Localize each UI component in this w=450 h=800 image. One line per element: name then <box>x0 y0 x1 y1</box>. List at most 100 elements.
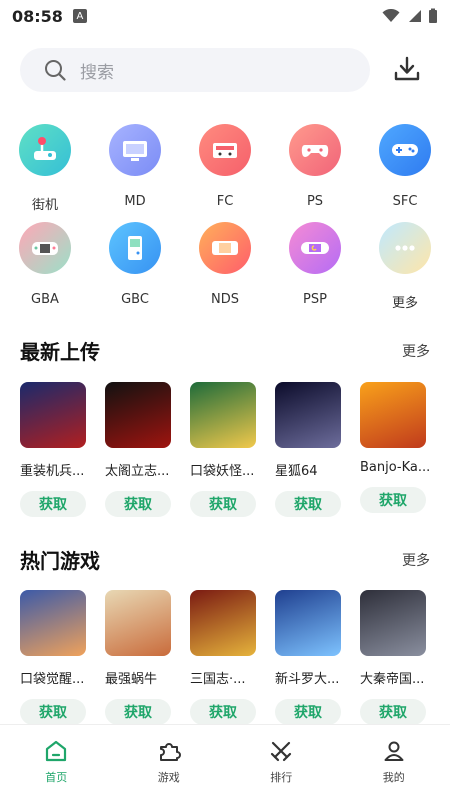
category-label: 更多 <box>391 296 418 311</box>
category-gba[interactable]: GBA <box>0 222 90 320</box>
crossed-swords-icon <box>271 741 292 762</box>
game-card[interactable]: 口袋觉醒... 获取 <box>20 590 105 725</box>
gbc-handheld-icon <box>109 222 161 274</box>
game-card[interactable]: 最强蜗牛 获取 <box>105 590 190 725</box>
category-nds[interactable]: NDS <box>180 222 270 320</box>
game-cover[interactable] <box>190 590 256 656</box>
latest-games-list: 重装机兵... 获取 太阁立志... 获取 口袋妖怪... 获取 星狐64 获取… <box>20 382 450 517</box>
get-button[interactable]: 获取 <box>190 491 256 517</box>
sfc-controller-icon <box>379 124 431 176</box>
category-grid: 街机 MD FC PS SFC GBA GBC NDS PSP 更多 <box>0 124 450 320</box>
status-right <box>382 8 438 24</box>
get-button[interactable]: 获取 <box>275 491 341 517</box>
game-cover[interactable] <box>360 382 426 448</box>
arcade-joystick-icon <box>19 124 71 176</box>
category-more[interactable]: 更多 <box>360 222 450 320</box>
get-button[interactable]: 获取 <box>20 491 86 517</box>
puzzle-icon <box>159 743 181 761</box>
game-cover[interactable] <box>360 590 426 656</box>
category-label: SFC <box>392 194 418 209</box>
nav-profile[interactable]: 我的 <box>338 725 450 800</box>
category-gbc[interactable]: GBC <box>90 222 180 320</box>
bottom-nav: 首页 游戏 排行 我的 <box>0 724 450 800</box>
category-fc[interactable]: FC <box>180 124 270 222</box>
game-card[interactable]: 三国志·... 获取 <box>190 590 275 725</box>
more-link[interactable]: 更多 <box>402 550 430 570</box>
game-name: 最强蜗牛 <box>105 672 158 687</box>
search-icon <box>45 60 66 81</box>
game-cover[interactable] <box>190 382 256 448</box>
game-cover[interactable] <box>20 382 86 448</box>
game-card[interactable]: 重装机兵... 获取 <box>20 382 105 517</box>
game-cover[interactable] <box>275 590 341 656</box>
status-time: 08:58 <box>12 6 63 26</box>
nav-games[interactable]: 游戏 <box>113 725 226 800</box>
game-card[interactable]: 新斗罗大... 获取 <box>275 590 360 725</box>
game-card[interactable]: 大秦帝国... 获取 <box>360 590 445 725</box>
signal-icon <box>409 10 421 22</box>
notification-a-icon: A <box>72 9 87 23</box>
game-cover[interactable] <box>20 590 86 656</box>
category-label: MD <box>124 194 146 209</box>
game-card[interactable]: 星狐64 获取 <box>275 382 360 517</box>
game-name: 口袋觉醒... <box>20 672 85 687</box>
category-row-2: GBA GBC NDS PSP 更多 <box>0 222 450 320</box>
nds-handheld-icon <box>199 222 251 274</box>
download-icon <box>394 56 420 81</box>
get-button[interactable]: 获取 <box>20 699 86 725</box>
more-link[interactable]: 更多 <box>402 341 430 361</box>
nav-label: 首页 <box>45 771 68 784</box>
search-bar[interactable]: 搜索 <box>20 48 370 92</box>
download-button[interactable] <box>390 52 424 86</box>
get-button[interactable]: 获取 <box>105 699 171 725</box>
category-psp[interactable]: PSP <box>270 222 360 320</box>
ps-gamepad-icon <box>289 124 341 176</box>
category-sfc[interactable]: SFC <box>360 124 450 222</box>
wifi-icon <box>382 9 400 22</box>
game-card[interactable]: 口袋妖怪... 获取 <box>190 382 275 517</box>
game-name: 口袋妖怪... <box>190 464 255 479</box>
category-md[interactable]: MD <box>90 124 180 222</box>
gba-handheld-icon <box>19 222 71 274</box>
nav-ranking[interactable]: 排行 <box>225 725 338 800</box>
game-name: 星狐64 <box>275 464 318 479</box>
game-name: 三国志·... <box>190 672 246 687</box>
game-name: 重装机兵... <box>20 464 85 479</box>
category-label: GBA <box>31 292 59 307</box>
hot-section-header: 热门游戏 更多 <box>20 545 430 574</box>
nav-label: 我的 <box>382 771 405 784</box>
nav-home[interactable]: 首页 <box>0 725 113 800</box>
user-icon <box>384 741 404 761</box>
nav-label: 排行 <box>270 771 293 784</box>
game-cover[interactable] <box>275 382 341 448</box>
category-label: NDS <box>211 292 239 307</box>
game-cover[interactable] <box>105 590 171 656</box>
game-name: 太阁立志... <box>105 464 170 479</box>
nav-label: 游戏 <box>157 771 180 784</box>
category-label: PSP <box>303 292 327 307</box>
get-button[interactable]: 获取 <box>275 699 341 725</box>
status-bar: 08:58 A <box>0 0 450 32</box>
category-ps[interactable]: PS <box>270 124 360 222</box>
home-icon <box>46 740 67 762</box>
more-dots-icon <box>379 222 431 274</box>
section-title: 最新上传 <box>20 340 100 364</box>
game-cover[interactable] <box>105 382 171 448</box>
psp-handheld-icon <box>289 222 341 274</box>
game-card[interactable]: Banjo-Ka... 获取 <box>360 382 445 517</box>
fc-cartridge-icon <box>199 124 251 176</box>
game-name: 大秦帝国... <box>360 672 425 687</box>
game-name: Banjo-Ka... <box>360 460 431 475</box>
section-title: 热门游戏 <box>20 549 100 573</box>
game-card[interactable]: 太阁立志... 获取 <box>105 382 190 517</box>
hot-games-list: 口袋觉醒... 获取 最强蜗牛 获取 三国志·... 获取 新斗罗大... 获取… <box>20 590 450 725</box>
category-arcade[interactable]: 街机 <box>0 124 90 222</box>
get-button[interactable]: 获取 <box>360 699 426 725</box>
get-button[interactable]: 获取 <box>360 487 426 513</box>
get-button[interactable]: 获取 <box>105 491 171 517</box>
category-row-1: 街机 MD FC PS SFC <box>0 124 450 222</box>
category-label: 街机 <box>31 198 58 213</box>
get-button[interactable]: 获取 <box>190 699 256 725</box>
search-placeholder: 搜索 <box>80 62 114 83</box>
md-monitor-icon <box>109 124 161 176</box>
